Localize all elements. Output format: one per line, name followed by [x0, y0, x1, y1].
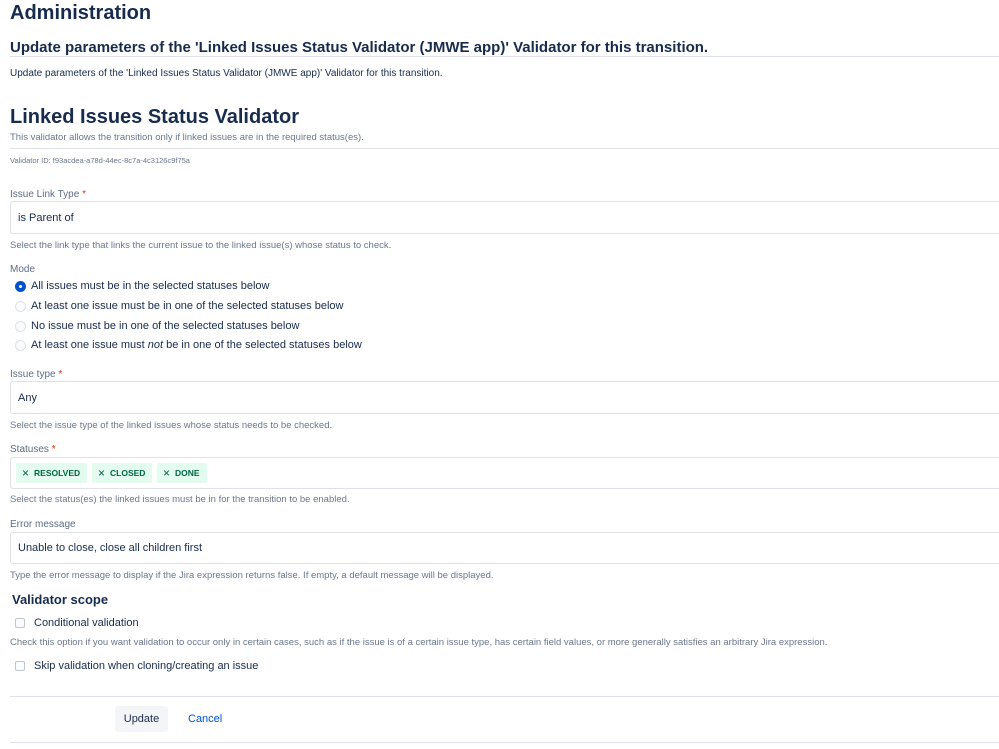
required-marker: *	[51, 444, 56, 455]
divider	[10, 148, 999, 149]
error-message-label: Error message	[10, 519, 76, 530]
issue-link-type-label: Issue Link Type *	[10, 189, 86, 200]
status-tag-done: × DONE	[157, 463, 207, 483]
status-tag-resolved: × RESOLVED	[16, 463, 88, 483]
radio-icon[interactable]	[15, 339, 26, 351]
checkbox-icon[interactable]	[15, 661, 25, 671]
issue-type-label: Issue type *	[10, 369, 63, 380]
page-description: Update parameters of the 'Linked Issues …	[10, 68, 443, 79]
divider	[10, 696, 999, 697]
checkbox-icon[interactable]	[15, 618, 25, 628]
mode-label: Mode	[10, 264, 36, 275]
mode-option-none[interactable]: No issue must be in one of the selected …	[15, 320, 299, 332]
skip-validation-option[interactable]: Skip validation when cloning/creating an…	[15, 660, 258, 672]
page-title: Administration	[10, 2, 152, 24]
update-button[interactable]: Update	[115, 706, 168, 732]
error-message-help: Type the error message to display if the…	[10, 570, 494, 581]
status-tag-closed: × CLOSED	[92, 463, 153, 483]
required-marker: *	[82, 189, 86, 200]
radio-selected-icon[interactable]	[15, 280, 26, 292]
cancel-link[interactable]: Cancel	[188, 713, 222, 725]
error-message-input[interactable]: Unable to close, close all children firs…	[10, 532, 999, 564]
issue-link-type-select[interactable]: is Parent of	[10, 201, 999, 234]
mode-option-at-least-one[interactable]: At least one issue must be in one of the…	[15, 300, 343, 312]
radio-icon[interactable]	[15, 300, 26, 312]
issue-link-type-help: Select the link type that links the curr…	[10, 240, 392, 251]
statuses-label: Statuses *	[10, 444, 56, 455]
validator-title: Linked Issues Status Validator	[10, 106, 299, 128]
mode-option-at-least-one-not[interactable]: At least one issue must not be in one of…	[15, 339, 362, 351]
divider	[10, 56, 999, 57]
required-marker: *	[58, 369, 63, 380]
mode-option-all[interactable]: All issues must be in the selected statu…	[15, 280, 269, 292]
conditional-validation-option[interactable]: Conditional validation	[15, 617, 139, 629]
remove-tag-icon[interactable]: ×	[98, 466, 105, 480]
divider	[10, 742, 999, 743]
issue-type-value: Any	[18, 391, 37, 404]
update-heading: Update parameters of the 'Linked Issues …	[10, 39, 709, 56]
radio-icon[interactable]	[15, 320, 26, 332]
issue-type-select[interactable]: Any	[10, 381, 999, 414]
remove-tag-icon[interactable]: ×	[163, 466, 170, 480]
validator-id: Validator ID: f93acdea-a78d-44ec-8c7a-4c…	[10, 156, 190, 165]
validator-scope-heading: Validator scope	[12, 592, 109, 607]
error-message-value: Unable to close, close all children firs…	[18, 542, 203, 554]
validator-description: This validator allows the transition onl…	[10, 132, 364, 143]
statuses-help: Select the status(es) the linked issues …	[10, 494, 350, 505]
issue-type-help: Select the issue type of the linked issu…	[10, 420, 333, 431]
remove-tag-icon[interactable]: ×	[22, 466, 29, 480]
conditional-validation-help: Check this option if you want validation…	[10, 637, 828, 648]
statuses-multiselect[interactable]: × RESOLVED × CLOSED × DONE	[10, 457, 999, 489]
issue-link-type-value: is Parent of	[18, 211, 74, 224]
